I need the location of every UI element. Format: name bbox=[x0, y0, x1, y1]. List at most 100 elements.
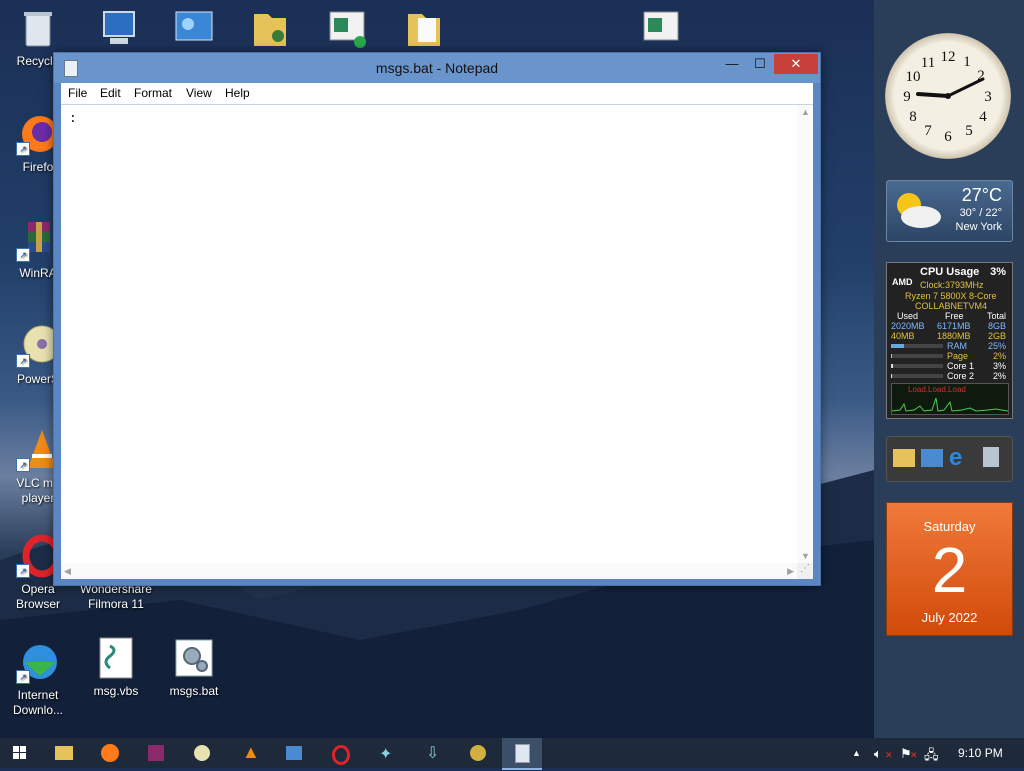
computer-icon bbox=[96, 6, 140, 50]
scroll-up-icon[interactable]: ▲ bbox=[801, 107, 810, 117]
taskbar-winrar[interactable] bbox=[136, 738, 176, 768]
title-bar[interactable]: msgs.bat - Notepad — ☐ ✕ bbox=[54, 53, 820, 83]
start-button[interactable] bbox=[0, 738, 40, 768]
col-free: Free bbox=[945, 311, 964, 321]
window-play-icon bbox=[326, 6, 370, 50]
app-launcher-gadget: e bbox=[886, 436, 1013, 482]
calendar-day: 2 bbox=[931, 534, 968, 606]
col-total: Total bbox=[986, 311, 1006, 321]
desktop-icon-label: msgs.bat bbox=[169, 684, 219, 698]
recycle-bin-icon[interactable] bbox=[983, 447, 999, 467]
volume-muted-icon[interactable]: 🔈︎ bbox=[874, 746, 882, 762]
taskbar-vlc[interactable]: ▲ bbox=[228, 738, 268, 768]
menu-format[interactable]: Format bbox=[134, 86, 172, 100]
cpu-usage-gadget[interactable]: AMD CPU Usage 3% Clock:3793MHz Ryzen 7 5… bbox=[886, 262, 1013, 419]
shortcut-arrow-icon: ↗ bbox=[16, 670, 30, 684]
taskbar-app-3[interactable] bbox=[458, 738, 498, 768]
resize-grip-icon[interactable]: ⋰ bbox=[797, 563, 813, 579]
svg-text:9: 9 bbox=[903, 89, 911, 105]
menu-help[interactable]: Help bbox=[225, 86, 250, 100]
cpu-graph-line bbox=[892, 397, 1008, 412]
cpu-history-graph: Load.Load.Load bbox=[891, 383, 1009, 415]
download-icon: ⇩ bbox=[426, 745, 440, 762]
close-button[interactable]: ✕ bbox=[774, 54, 818, 74]
minimize-button[interactable]: — bbox=[718, 54, 746, 74]
ram-free: 6171MB bbox=[937, 321, 971, 331]
scroll-down-icon[interactable]: ▼ bbox=[801, 551, 810, 561]
cpu-model: Ryzen 7 5800X 8-Core bbox=[905, 291, 997, 301]
firefox-icon bbox=[101, 744, 119, 762]
desktop-icon-control-panel[interactable] bbox=[156, 6, 232, 54]
notepad-icon bbox=[515, 744, 530, 763]
mute-x-icon: ✕ bbox=[885, 750, 893, 760]
editor-content[interactable]: : bbox=[69, 111, 77, 126]
calendar-gadget[interactable]: Saturday 2 July 2022 bbox=[886, 502, 1013, 636]
cpu-host: COLLABNETVM4 bbox=[915, 301, 988, 311]
vertical-scrollbar[interactable]: ▲ ▼ bbox=[797, 105, 813, 563]
desktop-icon-network[interactable] bbox=[80, 6, 156, 54]
page-label: Page bbox=[947, 351, 969, 361]
user-folder-icon bbox=[248, 6, 292, 50]
scroll-right-icon[interactable]: ▶ bbox=[787, 566, 794, 577]
partly-cloudy-icon bbox=[897, 193, 941, 228]
window-title: msgs.bat - Notepad bbox=[375, 60, 499, 76]
desktop-icon-documents[interactable] bbox=[386, 6, 462, 54]
menu-edit[interactable]: Edit bbox=[100, 86, 121, 100]
taskbar-firefox[interactable] bbox=[90, 738, 130, 768]
desktop-icon-msg-vbs[interactable]: msg.vbs bbox=[78, 636, 154, 699]
globe-icon bbox=[470, 745, 486, 761]
taskbar-clock[interactable]: 9:10 PM bbox=[958, 746, 1003, 760]
internet-explorer-icon[interactable]: e bbox=[949, 446, 962, 470]
computer-icon[interactable] bbox=[921, 449, 943, 467]
script-file-icon bbox=[94, 636, 138, 680]
winrar-icon bbox=[148, 745, 164, 761]
ram-percent: 25% bbox=[987, 341, 1006, 351]
taskbar-poweriso[interactable] bbox=[182, 738, 222, 768]
page-total: 2GB bbox=[987, 331, 1006, 341]
taskbar-app-1[interactable]: ✦ bbox=[366, 738, 406, 768]
core1-meter bbox=[891, 364, 943, 368]
opera-icon bbox=[332, 745, 350, 765]
desktop-icon-media[interactable] bbox=[310, 6, 386, 54]
desktop-icon-msgs-bat[interactable]: msgs.bat bbox=[156, 636, 232, 699]
network-icon[interactable]: 🖧︎ bbox=[924, 746, 939, 768]
taskbar-opera[interactable] bbox=[320, 738, 360, 768]
show-hidden-icons[interactable]: ▲ bbox=[852, 748, 861, 758]
calendar-weekday: Saturday bbox=[923, 519, 976, 534]
analog-clock-gadget[interactable]: 12 1 2 345 678 9 10 11 bbox=[885, 33, 1011, 159]
weather-gadget[interactable]: 27°C 30° / 22° New York bbox=[886, 180, 1013, 242]
ram-meter bbox=[891, 344, 943, 348]
svg-text:12: 12 bbox=[941, 49, 956, 65]
menu-file[interactable]: File bbox=[68, 86, 87, 100]
ram-used: 2020MB bbox=[891, 321, 925, 331]
menu-view[interactable]: View bbox=[186, 86, 212, 100]
shortcut-arrow-icon: ↗ bbox=[16, 564, 30, 578]
weather-temperature: 27°C bbox=[961, 185, 1002, 205]
clock-face: 12 12 345 678 91011 bbox=[903, 49, 992, 145]
horizontal-scrollbar[interactable]: ◀ ▶ bbox=[61, 563, 797, 579]
maximize-button[interactable]: ☐ bbox=[746, 54, 774, 74]
svg-text:1: 1 bbox=[963, 54, 971, 70]
desktop-icon-user-folder[interactable] bbox=[232, 6, 308, 54]
folder-icon[interactable] bbox=[893, 449, 915, 467]
shortcut-arrow-icon: ↗ bbox=[16, 354, 30, 368]
notepad-window[interactable]: msgs.bat - Notepad — ☐ ✕ File Edit Forma… bbox=[53, 52, 821, 586]
page-percent: 2% bbox=[992, 351, 1006, 361]
page-used: 40MB bbox=[891, 331, 915, 341]
shortcut-arrow-icon: ↗ bbox=[16, 458, 30, 472]
scroll-left-icon[interactable]: ◀ bbox=[64, 566, 71, 577]
desktop-icon-internet-download-manager[interactable]: ↗ Internet Downlo... bbox=[0, 640, 76, 718]
download-globe-icon: ↗ bbox=[16, 640, 60, 684]
batch-file-gear-icon bbox=[172, 636, 216, 680]
taskbar-app-2[interactable]: ⇩ bbox=[412, 738, 452, 768]
desktop-icon-label: msg.vbs bbox=[93, 684, 139, 698]
svg-text:10: 10 bbox=[906, 69, 921, 85]
taskbar-notepad[interactable] bbox=[502, 738, 542, 770]
core2-percent: 2% bbox=[992, 371, 1006, 381]
amd-logo: AMD bbox=[892, 277, 913, 287]
taskbar-control-panel[interactable] bbox=[274, 738, 314, 768]
taskbar-file-explorer[interactable] bbox=[44, 738, 84, 768]
text-editor[interactable]: : ▲ ▼ ◀ ▶ ⋰ bbox=[61, 104, 813, 579]
computer-icon bbox=[286, 746, 302, 760]
desktop-icon-app-window[interactable] bbox=[624, 6, 700, 54]
